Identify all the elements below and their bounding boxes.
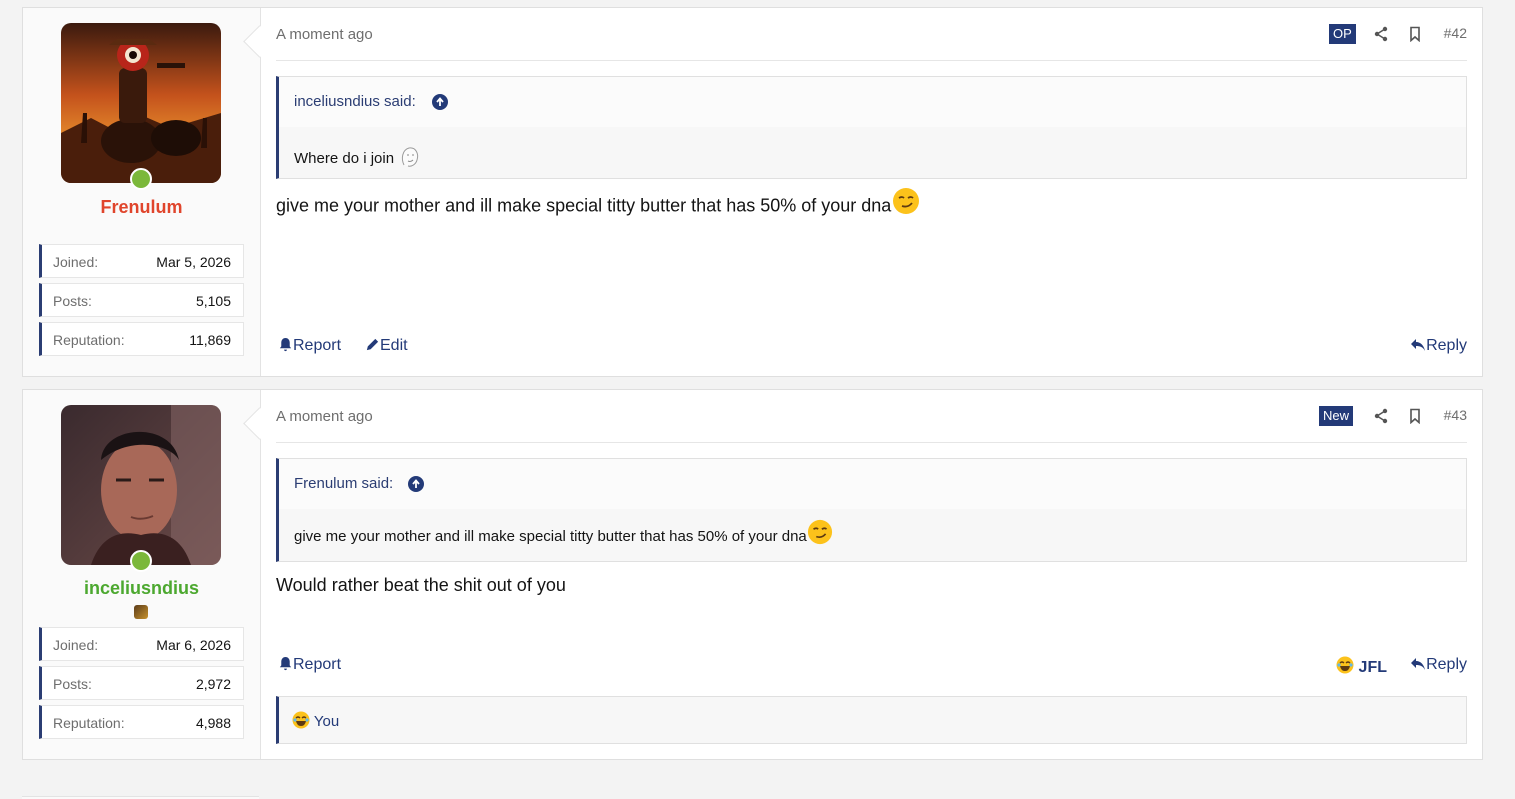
share-icon[interactable] (1373, 26, 1389, 42)
quote-block: inceliusndius said: Where do i join (276, 76, 1467, 179)
reactions-summary[interactable]: You (276, 696, 1467, 744)
smirk-emoji-icon (807, 519, 833, 549)
post-number[interactable]: #42 (1444, 25, 1467, 41)
stat-value: 4,988 (195, 715, 231, 731)
stat-posts: Posts: 5,105 (39, 283, 244, 317)
report-label: Report (293, 337, 342, 354)
post-43: inceliusndius Joined: Mar 6, 2026 Posts:… (22, 389, 1483, 760)
bell-icon (279, 656, 292, 671)
user-rank-icon (134, 605, 148, 619)
online-status-indicator (130, 168, 152, 190)
stat-value: Mar 6, 2026 (156, 637, 231, 653)
op-badge: OP (1329, 24, 1356, 44)
header-divider (276, 60, 1467, 61)
jfl-reaction-button[interactable]: JFL (1336, 656, 1387, 677)
bell-icon (279, 337, 292, 352)
post-header-tools: OP #42 (1327, 23, 1467, 45)
edit-label: Edit (380, 337, 408, 354)
stat-label: Posts: (53, 676, 92, 692)
quote-author[interactable]: inceliusndius said: (294, 93, 416, 110)
bookmark-icon[interactable] (1407, 408, 1423, 425)
post-header-tools: New #43 (1319, 405, 1467, 427)
quote-text-content: give me your mother and ill make special… (294, 527, 807, 545)
crying-laughing-emoji-icon (1336, 656, 1354, 674)
post-body: give me your mother and ill make special… (276, 188, 920, 220)
post-main: A moment ago OP #42 inceliusndius said: … (276, 8, 1467, 376)
stat-value: 11,869 (189, 332, 231, 348)
post-main: A moment ago New #43 Frenulum said: give… (276, 390, 1467, 759)
bookmark-icon[interactable] (1407, 26, 1423, 43)
reply-button[interactable]: Reply (1410, 337, 1467, 355)
report-button[interactable]: Report (278, 337, 341, 355)
username[interactable]: Frenulum (23, 197, 260, 218)
reactions-summary-content: You (292, 711, 339, 730)
crying-laughing-emoji-icon (292, 711, 310, 729)
reply-label: Reply (1426, 656, 1467, 673)
reply-label: Reply (1426, 337, 1467, 354)
user-info-panel: inceliusndius Joined: Mar 6, 2026 Posts:… (23, 390, 261, 759)
reply-icon (1411, 339, 1426, 351)
share-icon[interactable] (1373, 408, 1389, 424)
wojak-icon (398, 145, 422, 173)
stat-reputation: Reputation: 4,988 (39, 705, 244, 739)
header-divider (276, 442, 1467, 443)
quote-text: give me your mother and ill make special… (294, 519, 833, 549)
stat-reputation: Reputation: 11,869 (39, 322, 244, 356)
stat-label: Posts: (53, 293, 92, 309)
post-time[interactable]: A moment ago (276, 26, 373, 43)
post-time[interactable]: A moment ago (276, 408, 373, 425)
user-info-panel: Frenulum Joined: Mar 5, 2026 Posts: 5,10… (23, 8, 261, 376)
avatar[interactable] (61, 23, 221, 183)
arrow-up-circle-icon[interactable] (432, 94, 448, 110)
stat-posts: Posts: 2,972 (39, 666, 244, 700)
jfl-label: JFL (1358, 659, 1387, 676)
online-status-indicator (130, 550, 152, 572)
quote-text-content: Where do i join (294, 149, 395, 167)
username[interactable]: inceliusndius (23, 578, 260, 599)
reply-button[interactable]: Reply (1410, 656, 1467, 674)
pencil-icon (366, 338, 379, 351)
quote-text: Where do i join (294, 145, 422, 173)
post-body-text: give me your mother and ill make special… (276, 195, 892, 216)
quote-author[interactable]: Frenulum said: (294, 475, 393, 492)
stat-joined: Joined: Mar 6, 2026 (39, 627, 244, 661)
report-button[interactable]: Report (278, 656, 341, 674)
post-body: Would rather beat the shit out of you (276, 575, 566, 595)
stat-label: Reputation: (53, 715, 125, 731)
report-label: Report (293, 656, 342, 673)
arrow-up-circle-icon[interactable] (408, 476, 424, 492)
stat-label: Joined: (53, 637, 99, 653)
stat-joined: Joined: Mar 5, 2026 (39, 244, 244, 278)
reactions-summary-text: You (313, 713, 340, 730)
reply-icon (1411, 658, 1426, 670)
quote-block: Frenulum said: give me your mother and i… (276, 458, 1467, 562)
new-badge: New (1319, 406, 1354, 426)
stat-value: Mar 5, 2026 (156, 254, 231, 270)
stat-value: 5,105 (195, 293, 231, 309)
stat-label: Joined: (53, 254, 99, 270)
post-42: Frenulum Joined: Mar 5, 2026 Posts: 5,10… (22, 7, 1483, 377)
smirk-emoji-icon (892, 187, 920, 220)
avatar[interactable] (61, 405, 221, 565)
quote-header: Frenulum said: (279, 459, 1466, 509)
quote-header: inceliusndius said: (279, 77, 1466, 127)
stat-label: Reputation: (53, 332, 125, 348)
post-number[interactable]: #43 (1444, 407, 1467, 423)
edit-button[interactable]: Edit (365, 337, 408, 355)
stat-value: 2,972 (195, 676, 231, 692)
